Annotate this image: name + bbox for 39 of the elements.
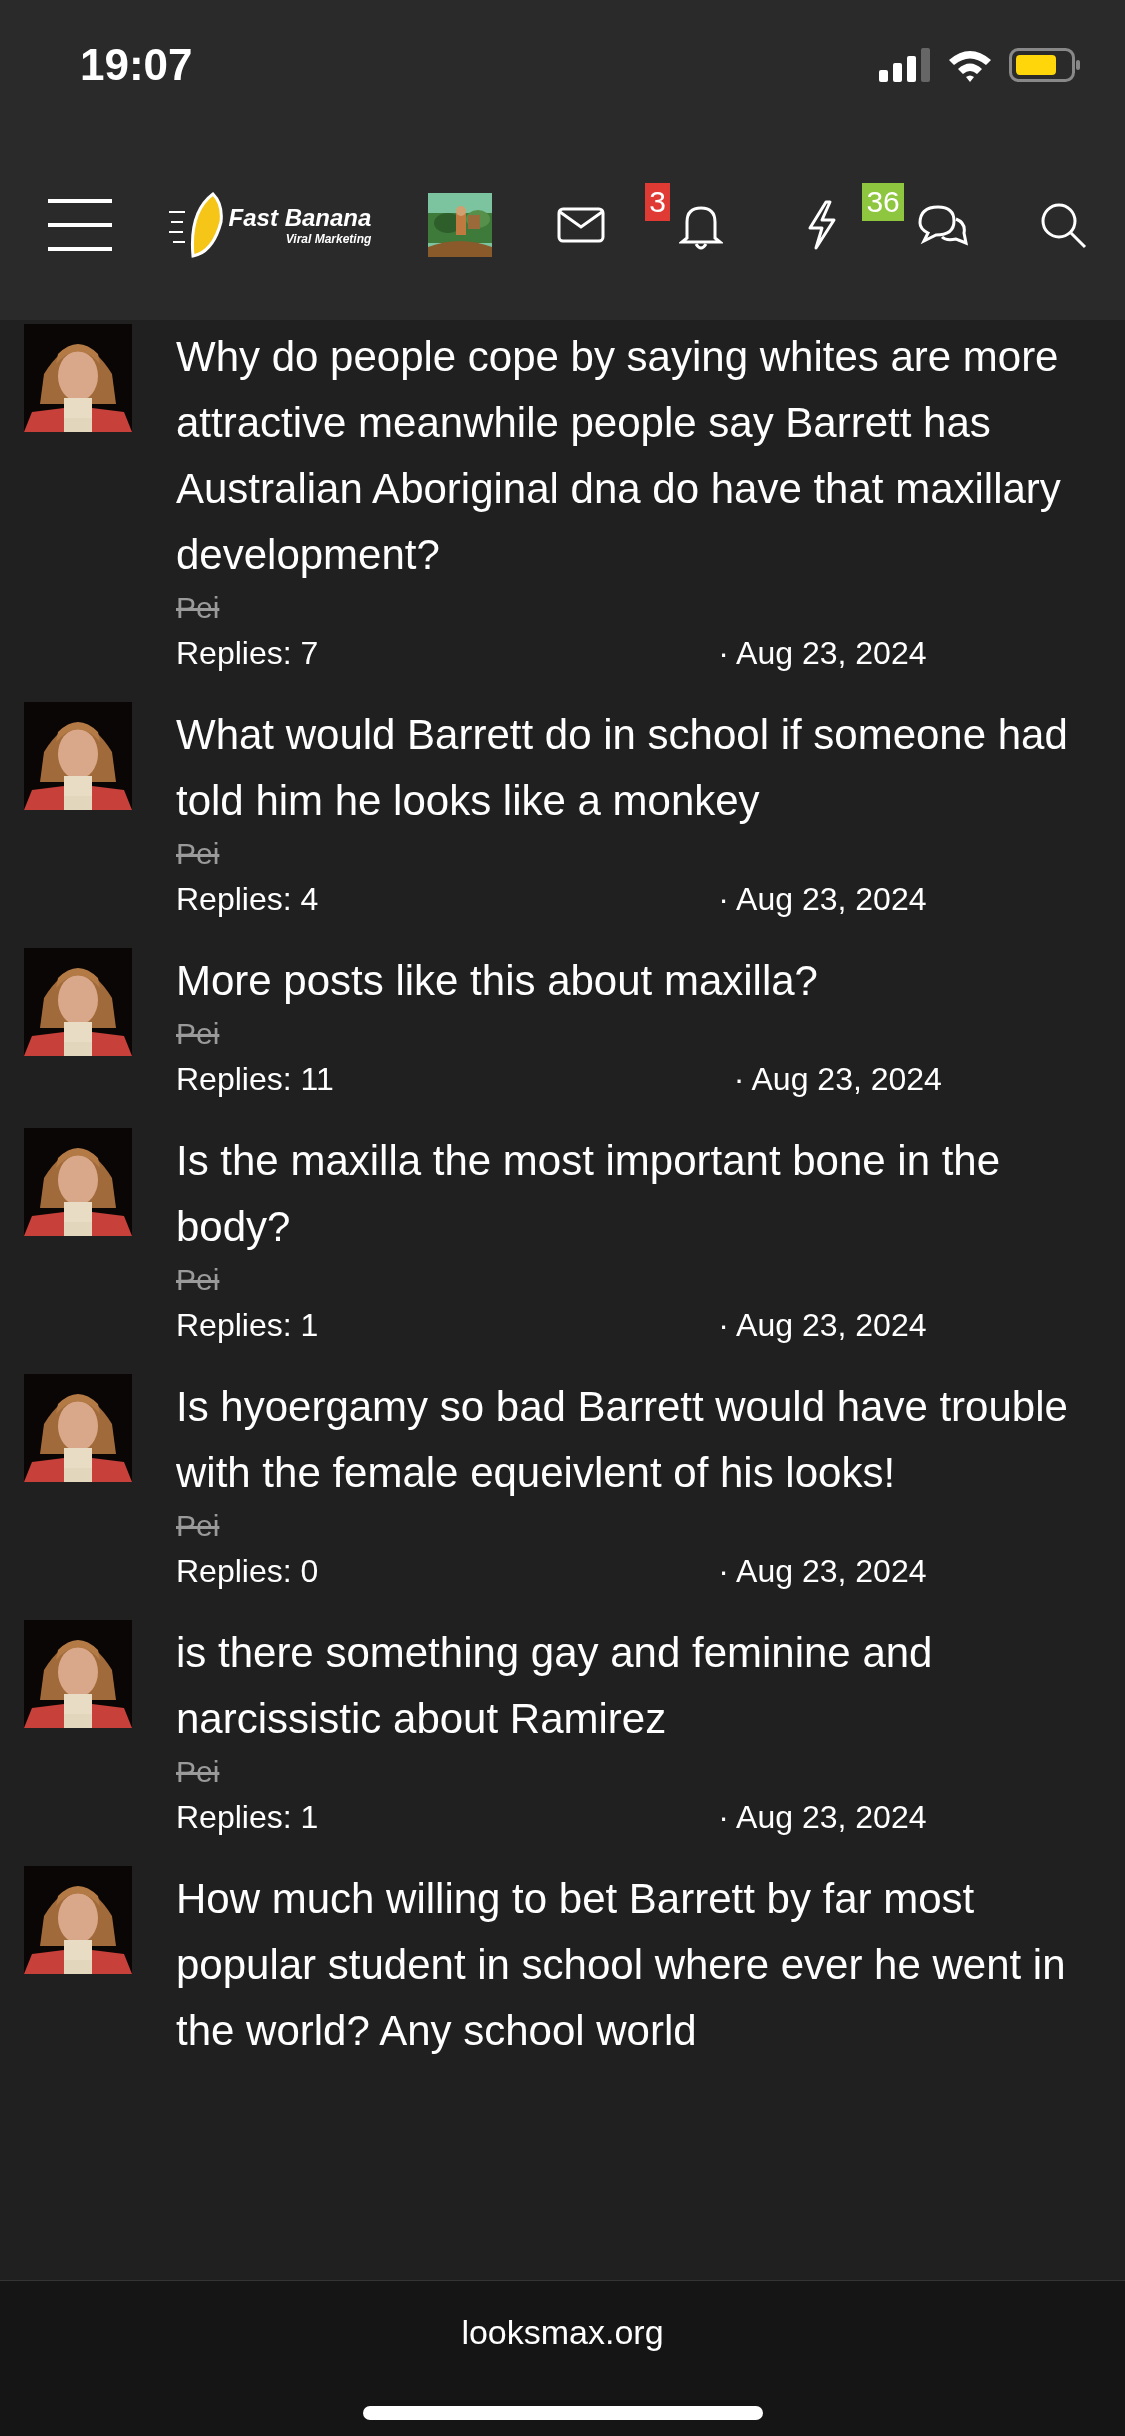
battery-icon <box>1009 48 1081 82</box>
thread-title[interactable]: Why do people cope by saying whites are more attractive meanwhile people say Barrett has Australian Aboriginal dna do have that maxillary development? <box>176 324 1105 588</box>
chat-bubbles-icon[interactable] <box>916 203 969 247</box>
signal-icon <box>879 48 931 82</box>
reply-count: Replies: 1 <box>176 1798 319 1837</box>
thread-title[interactable]: Is hyoergamy so bad Barrett would have trouble with the female equeivlent of his looks! <box>176 1374 1105 1506</box>
thread-title[interactable]: Is the maxilla the most important bone in the body? <box>176 1128 1105 1260</box>
thread-title[interactable]: More posts like this about maxilla? <box>176 948 1105 1014</box>
banana-icon[interactable] <box>168 192 225 258</box>
menu-icon[interactable] <box>48 199 112 251</box>
thread-date: · Aug 23, 2024 <box>718 1306 927 1345</box>
thread-date: · Aug 23, 2024 <box>718 880 927 919</box>
reply-count: Replies: 7 <box>176 634 319 673</box>
reply-count: Replies: 1 <box>176 1306 319 1345</box>
thread-author[interactable]: Pei <box>176 834 1105 874</box>
logo-title[interactable]: Fast Banana <box>228 204 372 232</box>
reply-count: Replies: 0 <box>176 1552 319 1591</box>
reply-count: Replies: 4 <box>176 880 319 919</box>
thread-date: · Aug 23, 2024 <box>718 634 927 673</box>
logo-subtitle[interactable]: Viral Marketing <box>285 232 372 246</box>
thread-title[interactable]: What would Barrett do in school if someone had told him he looks like a monkey <box>176 702 1105 834</box>
conversation-badge: 36 <box>862 183 904 221</box>
reply-count: Replies: 11 <box>176 1060 334 1099</box>
thread-title[interactable]: How much willing to bet Barrett by far most popular student in school where ever he went in the world? Any school world <box>176 1866 1105 2064</box>
envelope-icon[interactable] <box>556 207 605 243</box>
notification-badge: 3 <box>645 183 670 221</box>
search-icon[interactable] <box>1039 201 1087 249</box>
thread-author[interactable]: Pei <box>176 1260 1105 1300</box>
wifi-icon <box>947 48 993 82</box>
thread-author[interactable]: Pei <box>176 1752 1105 1792</box>
thread-author[interactable]: Pei <box>176 588 1105 628</box>
thread-date: · Aug 23, 2024 <box>718 1798 927 1837</box>
status-time: 19:07 <box>80 40 193 90</box>
thread-author[interactable]: Pei <box>176 1014 1105 1054</box>
thread-title[interactable]: is there something gay and feminine and narcissistic about Ramirez <box>176 1620 1105 1752</box>
thread-date: · Aug 23, 2024 <box>733 1060 942 1099</box>
thread-author[interactable]: Pei <box>176 1506 1105 1546</box>
url-text[interactable]: looksmax.org <box>461 2313 664 2352</box>
thread-date: · Aug 23, 2024 <box>718 1552 927 1591</box>
